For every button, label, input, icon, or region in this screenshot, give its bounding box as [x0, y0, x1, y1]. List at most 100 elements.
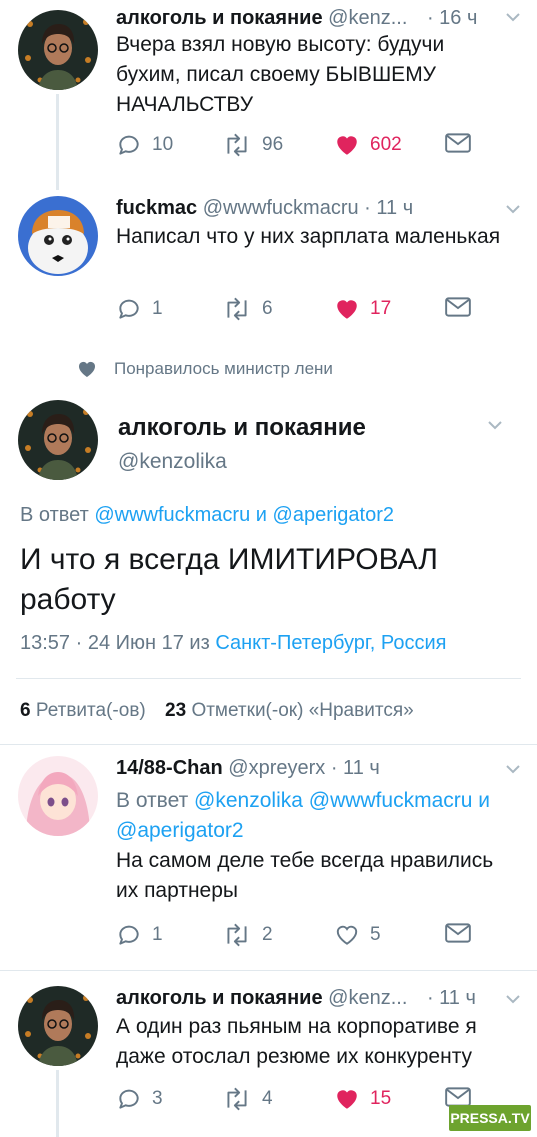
heart-outline-icon [334, 922, 360, 948]
heart-icon [334, 296, 360, 322]
tweet-text: И что я всегда ИМИТИРОВАЛ работу [20, 543, 438, 616]
tweet-actions: 10 96 602 [0, 132, 537, 162]
reply-icon [116, 132, 142, 158]
tweet-actions: 1 2 5 [0, 922, 537, 952]
retweet-count: 6 [262, 298, 273, 319]
tweet-stats: 6 Ретвита(-ов) 23 Отметки(-ок) «Нравится… [20, 700, 414, 722]
mention-link[interactable]: @aperigator2 [273, 504, 394, 526]
tweet-time[interactable]: · 11 ч [331, 757, 380, 779]
divider [0, 970, 537, 971]
mention-link[interactable]: @wwwfuckmacru [94, 504, 250, 526]
author-handle[interactable]: @kenz... [328, 987, 407, 1009]
reply-count: 10 [152, 134, 174, 155]
mention-links[interactable]: @kenzolika @wwwfuckmacru и [194, 789, 490, 812]
tweet-time[interactable]: · 11 ч [364, 197, 413, 219]
reply-button[interactable]: 1 [116, 296, 163, 322]
like-count: 5 [370, 924, 381, 945]
reply-context: В ответ @wwwfuckmacru и @aperigator2 [20, 504, 394, 527]
heart-icon [78, 361, 96, 377]
tweet-meta: 13:57 · 24 Июн 17 из Санкт-Петербург, Ро… [20, 632, 446, 655]
message-button[interactable] [444, 296, 472, 318]
retweet-button[interactable]: 4 [222, 1086, 273, 1112]
chevron-down-icon[interactable] [504, 760, 522, 778]
avatar[interactable] [18, 986, 98, 1066]
tweet-header: алкоголь и покаяние @kenz... · 11 ч [116, 986, 476, 1010]
reply-context: В ответ @kenzolika @wwwfuckmacru и @aper… [116, 786, 490, 846]
tweet-time[interactable]: · 11 ч [427, 987, 476, 1009]
author-name[interactable]: алкоголь и покаяние [116, 7, 323, 29]
like-stat[interactable]: 23 Отметки(-ок) «Нравится» [165, 700, 414, 721]
tweet-text: Вчера взял новую высоту: будучи бухим, п… [116, 33, 445, 116]
tweet-timestamp[interactable]: 13:57 · 24 Июн 17 [20, 632, 184, 654]
liked-by-context[interactable]: Понравилось министр лени [76, 358, 333, 380]
like-button[interactable]: 15 [334, 1086, 391, 1112]
reply-count: 1 [152, 298, 163, 319]
reply-icon [116, 1086, 142, 1112]
reply-prefix: В ответ [20, 504, 89, 526]
reply-button[interactable]: 10 [116, 132, 173, 158]
like-count: 602 [370, 134, 402, 155]
retweet-count: 96 [262, 134, 284, 155]
author-name[interactable]: fuckmac [116, 197, 197, 219]
avatar[interactable] [18, 756, 98, 836]
message-button[interactable] [444, 132, 472, 154]
divider [16, 678, 521, 679]
author-handle[interactable]: @kenzolika [118, 450, 227, 474]
tweet-text: А один раз пьяным на корпоративе я даже … [116, 1015, 477, 1068]
avatar[interactable] [18, 196, 98, 276]
retweet-icon [222, 132, 252, 158]
author-handle[interactable]: @xpreyerx [228, 757, 325, 779]
like-button[interactable]: 17 [334, 296, 391, 322]
retweet-icon [222, 1086, 252, 1112]
like-button[interactable]: 602 [334, 132, 402, 158]
retweet-button[interactable]: 6 [222, 296, 273, 322]
tweet-header: алкоголь и покаяние @kenz... · 16 ч [116, 6, 477, 30]
avatar[interactable] [18, 400, 98, 480]
reply-and: и [255, 504, 267, 526]
chevron-down-icon[interactable] [486, 416, 504, 434]
tweet-text: Написал что у них зарплата маленькая [116, 225, 501, 248]
location-prefix: из [189, 632, 210, 654]
author-handle[interactable]: @wwwfuckmacru [203, 197, 359, 219]
author-name[interactable]: алкоголь и покаяние [116, 987, 323, 1009]
reply-button[interactable]: 3 [116, 1086, 163, 1112]
tweet-text: На самом деле тебе всегда нравились их п… [116, 849, 494, 902]
tweet-actions: 1 6 17 [0, 296, 537, 326]
reply-button[interactable]: 1 [116, 922, 163, 948]
author-handle[interactable]: @kenz... [328, 7, 407, 29]
location-link[interactable]: Санкт-Петербург, Россия [215, 632, 446, 654]
avatar[interactable] [18, 10, 98, 90]
tweet-time[interactable]: · 16 ч [427, 7, 477, 29]
chevron-down-icon[interactable] [504, 200, 522, 218]
author-name[interactable]: алкоголь и покаяние [118, 414, 366, 442]
tweet-header: 14/88-Chan @xpreyerx · 11 ч [116, 756, 380, 780]
like-count: 15 [370, 1088, 392, 1109]
reply-prefix: В ответ [116, 789, 189, 812]
reply-icon [116, 922, 142, 948]
chevron-down-icon[interactable] [504, 990, 522, 1008]
reply-icon [116, 296, 142, 322]
reply-count: 1 [152, 924, 163, 945]
like-button[interactable]: 5 [334, 922, 381, 948]
watermark-logo: PRESSA.TV [449, 1105, 531, 1131]
liked-by-label: Понравилось министр лени [114, 359, 333, 378]
retweet-button[interactable]: 2 [222, 922, 273, 948]
retweet-button[interactable]: 96 [222, 132, 283, 158]
retweet-count: 4 [262, 1088, 273, 1109]
retweet-icon [222, 296, 252, 322]
retweet-count: 2 [262, 924, 273, 945]
reply-count: 3 [152, 1088, 163, 1109]
divider [0, 744, 537, 745]
author-name[interactable]: 14/88-Chan [116, 757, 223, 779]
message-icon [444, 922, 472, 944]
tweet-header: fuckmac @wwwfuckmacru · 11 ч [116, 196, 413, 220]
heart-icon [334, 132, 360, 158]
heart-icon [334, 1086, 360, 1112]
like-count: 17 [370, 298, 392, 319]
chevron-down-icon[interactable] [504, 8, 522, 26]
message-icon [444, 132, 472, 154]
message-button[interactable] [444, 922, 472, 944]
retweet-stat[interactable]: 6 Ретвита(-ов) [20, 700, 151, 721]
retweet-icon [222, 922, 252, 948]
mention-link[interactable]: @aperigator2 [116, 816, 490, 846]
